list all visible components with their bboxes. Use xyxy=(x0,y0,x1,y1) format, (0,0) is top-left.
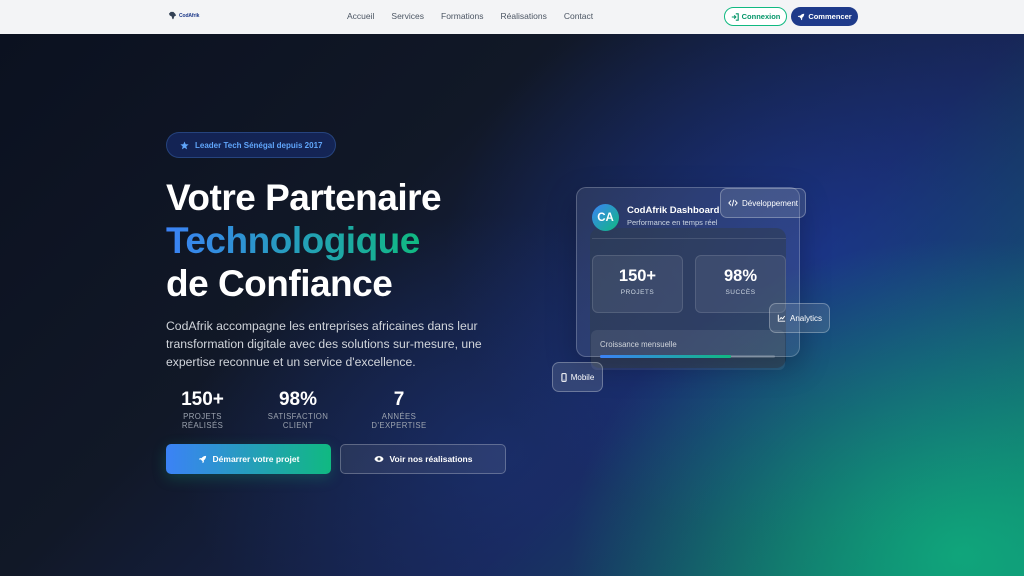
start-button[interactable]: Commencer xyxy=(791,7,858,26)
view-projects-label: Voir nos réalisations xyxy=(389,454,473,464)
rocket-icon xyxy=(798,13,805,20)
dashboard-title: CodAfrik Dashboard xyxy=(627,205,720,216)
mobile-icon xyxy=(561,372,567,382)
start-project-button[interactable]: Démarrer votre projet xyxy=(166,444,331,474)
avatar: CA xyxy=(592,204,619,231)
growth-label: Croissance mensuelle xyxy=(600,340,677,349)
growth-progress-track xyxy=(600,355,775,358)
hero-section: Leader Tech Sénégal depuis 2017 Votre Pa… xyxy=(0,34,1024,576)
nav-link-accueil[interactable]: Accueil xyxy=(347,11,374,21)
chip-mobile: Mobile xyxy=(552,362,603,392)
chip-development: Développement xyxy=(720,188,806,218)
stat-projects: 150+ PROJETS RÉALISÉS xyxy=(166,389,239,430)
stat-value: 150+ xyxy=(618,267,657,285)
dashboard-stat-projects: 150+ PROJETS xyxy=(592,255,683,313)
stat-satisfaction: 98% SATISFACTION CLIENT xyxy=(256,389,340,430)
growth-panel: Croissance mensuelle xyxy=(591,330,785,370)
eye-icon xyxy=(373,456,384,462)
stat-value: 98% xyxy=(723,267,758,285)
hero-title-line-1: Votre Partenaire xyxy=(166,177,442,218)
growth-progress-fill xyxy=(600,355,732,358)
stat-label: SUCCÈS xyxy=(725,289,756,296)
login-icon xyxy=(731,12,739,21)
stat-value: 7 xyxy=(393,389,405,410)
chip-label: Analytics xyxy=(789,313,822,323)
stat-label: PROJETS RÉALISÉS xyxy=(181,412,224,430)
logo-text: CodAfrik xyxy=(179,12,200,19)
leader-badge: Leader Tech Sénégal depuis 2017 xyxy=(166,132,337,158)
rocket-icon xyxy=(198,455,206,463)
nav-link-services[interactable]: Services xyxy=(391,11,424,21)
login-label: Connexion xyxy=(741,12,781,21)
stat-label: SATISFACTION CLIENT xyxy=(267,412,329,430)
navbar: CodAfrik Accueil Services Formations Réa… xyxy=(0,0,1024,34)
chip-label: Développement xyxy=(741,198,799,208)
hero-title-line-2: Technologique xyxy=(166,220,420,261)
chart-icon xyxy=(777,314,786,322)
hero-title-line-3: de Confiance xyxy=(166,263,393,304)
dashboard-subtitle: Performance en temps réel xyxy=(627,218,718,227)
view-projects-button[interactable]: Voir nos réalisations xyxy=(340,444,506,474)
stat-value: 98% xyxy=(278,389,318,410)
nav-link-realisations[interactable]: Réalisations xyxy=(501,11,547,21)
stat-years: 7 ANNÉES D'EXPERTISE xyxy=(357,389,441,430)
logo[interactable]: CodAfrik xyxy=(168,11,199,20)
nav-links: Accueil Services Formations Réalisations… xyxy=(347,11,593,21)
nav-link-formations[interactable]: Formations xyxy=(441,11,484,21)
divider xyxy=(592,238,786,239)
nav-link-contact[interactable]: Contact xyxy=(564,11,593,21)
chip-label: Mobile xyxy=(570,372,595,382)
star-icon xyxy=(180,140,189,149)
start-project-label: Démarrer votre projet xyxy=(212,454,300,464)
stat-label: PROJETS xyxy=(620,289,655,296)
code-icon xyxy=(728,199,738,207)
start-label: Commencer xyxy=(808,12,852,21)
badge-text: Leader Tech Sénégal depuis 2017 xyxy=(195,140,323,150)
stat-label: ANNÉES D'EXPERTISE xyxy=(371,412,427,430)
chip-analytics: Analytics xyxy=(769,303,830,333)
stat-value: 150+ xyxy=(181,389,224,410)
login-button[interactable]: Connexion xyxy=(724,7,787,26)
hero-description: CodAfrik accompagne les entreprises afri… xyxy=(166,319,482,369)
africa-logo-icon xyxy=(168,11,177,20)
